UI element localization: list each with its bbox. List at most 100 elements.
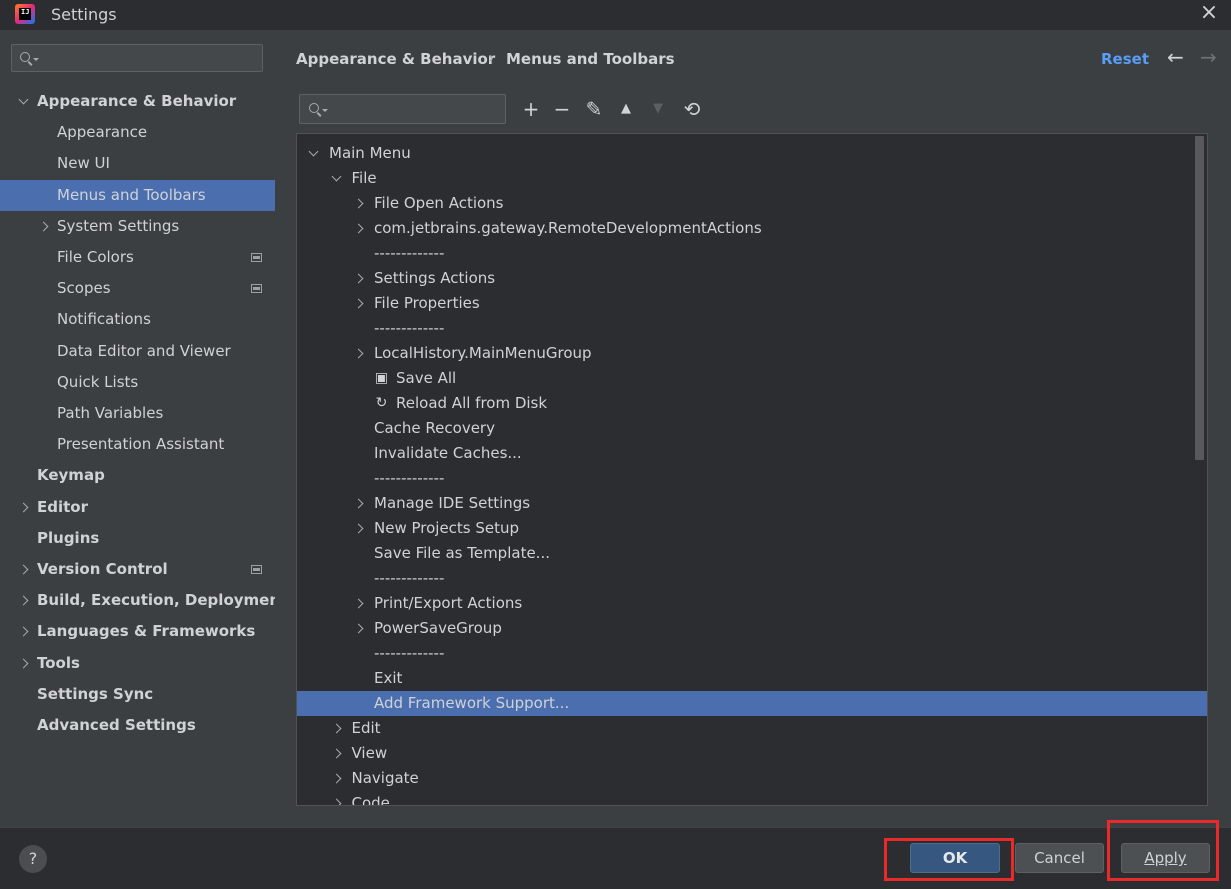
sidebar-search-input[interactable] [11, 44, 263, 72]
chevron-right-icon[interactable] [18, 595, 29, 606]
chevron-right-icon[interactable] [331, 798, 341, 805]
chevron-right-icon[interactable] [18, 626, 29, 637]
sidebar-item-notifications[interactable]: Notifications [0, 304, 275, 335]
tree-node-label: File [351, 169, 377, 187]
sidebar-item-system-settings[interactable]: System Settings [0, 211, 275, 242]
move-down-icon: ▼ [653, 101, 663, 116]
separator-label: ------------- [374, 469, 445, 487]
breadcrumb-separator: › [488, 49, 494, 67]
chevron-right-icon[interactable] [331, 723, 341, 734]
sidebar-item-settings-sync[interactable]: Settings Sync [0, 679, 275, 710]
sidebar-item-label: Keymap [37, 466, 105, 485]
back-arrow-icon[interactable]: ← [1167, 45, 1184, 69]
sidebar-item-appearance[interactable]: Appearance [0, 117, 275, 148]
chevron-right-icon[interactable] [331, 748, 341, 759]
sidebar-item-path-variables[interactable]: Path Variables [0, 398, 275, 429]
tree-node-label: Save All [396, 369, 457, 387]
tree-node-label: Exit [374, 669, 403, 687]
edit-icon[interactable]: ✎ [582, 96, 606, 122]
sidebar-item-data-editor[interactable]: Data Editor and Viewer [0, 336, 275, 367]
sidebar-item-scopes[interactable]: Scopes [0, 273, 275, 304]
tree-node[interactable]: File Open Actions [297, 191, 1207, 216]
sidebar-item-label: Scopes [57, 279, 111, 298]
sidebar-item-new-ui[interactable]: New UI [0, 148, 275, 179]
sidebar-item-plugins[interactable]: Plugins [0, 523, 275, 554]
sidebar-item-appearance-behavior[interactable]: Appearance & Behavior [0, 86, 275, 117]
tree-node[interactable]: Manage IDE Settings [297, 491, 1207, 516]
tree-node[interactable]: File Properties [297, 291, 1207, 316]
tree-node[interactable]: Save File as Template... [297, 541, 1207, 566]
project-level-icon [251, 253, 262, 262]
chevron-right-icon[interactable] [18, 502, 29, 513]
tree-node[interactable]: Settings Actions [297, 266, 1207, 291]
tree-node-label: LocalHistory.MainMenuGroup [374, 344, 592, 362]
sidebar-item-languages[interactable]: Languages & Frameworks [0, 616, 275, 647]
tree-node[interactable]: Print/Export Actions [297, 591, 1207, 616]
help-button[interactable]: ? [19, 845, 47, 873]
chevron-right-icon[interactable] [353, 598, 364, 609]
reset-link[interactable]: Reset [1101, 50, 1149, 68]
tree-node[interactable]: ▣ Save All [297, 366, 1207, 391]
add-icon[interactable]: + [519, 96, 543, 122]
sidebar-item-presentation-assistant[interactable]: Presentation Assistant [0, 429, 275, 460]
sidebar-item-menus-toolbars[interactable]: Menus and Toolbars [0, 179, 275, 211]
restore-icon[interactable]: ⟲ [680, 96, 704, 122]
forward-arrow-icon[interactable]: → [1200, 45, 1217, 69]
sidebar-item-editor[interactable]: Editor [0, 492, 275, 523]
chevron-right-icon[interactable] [18, 564, 29, 575]
sidebar-item-version-control[interactable]: Version Control [0, 554, 275, 585]
chevron-down-icon[interactable] [18, 94, 29, 105]
tree-node[interactable]: Code [297, 791, 1207, 805]
search-options-caret-icon [33, 58, 39, 61]
chevron-right-icon[interactable] [353, 623, 364, 634]
separator-label: ------------- [374, 569, 445, 587]
tree-node[interactable]: New Projects Setup [297, 516, 1207, 541]
move-up-icon[interactable]: ▲ [614, 96, 638, 122]
tree-node[interactable]: View [297, 741, 1207, 766]
chevron-right-icon[interactable] [353, 273, 364, 284]
tree-node-label: Invalidate Caches... [374, 444, 522, 462]
sidebar-item-label: Advanced Settings [37, 716, 196, 734]
chevron-right-icon[interactable] [331, 773, 341, 784]
chevron-right-icon[interactable] [18, 658, 29, 669]
sidebar-item-build[interactable]: Build, Execution, Deployment [0, 585, 287, 616]
close-icon[interactable]: × [1199, 2, 1219, 26]
tree-node[interactable]: ↻ Reload All from Disk [297, 391, 1207, 416]
sidebar-item-keymap[interactable]: Keymap [0, 460, 275, 491]
sidebar-item-label: Tools [37, 653, 80, 672]
tree-node[interactable]: Cache Recovery [297, 416, 1207, 441]
chevron-right-icon[interactable] [353, 223, 364, 234]
chevron-right-icon[interactable] [353, 198, 364, 209]
remove-icon[interactable]: − [550, 96, 574, 122]
tree-node[interactable]: LocalHistory.MainMenuGroup [297, 341, 1207, 366]
tree-node[interactable]: Main Menu [297, 141, 1207, 166]
tree-node-label: File Properties [374, 294, 480, 312]
tree-node[interactable]: com.jetbrains.gateway.RemoteDevelopmentA… [297, 216, 1207, 241]
tree-node[interactable]: Navigate [297, 766, 1207, 791]
tree-node-label: New Projects Setup [374, 519, 520, 537]
actions-search-input[interactable] [299, 94, 506, 124]
chevron-down-icon[interactable] [331, 171, 341, 182]
tree-scrollbar[interactable] [1195, 136, 1204, 460]
tree-node[interactable]: Invalidate Caches... [297, 441, 1207, 466]
chevron-right-icon[interactable] [353, 523, 364, 534]
tree-node[interactable]: File [297, 166, 1207, 191]
tree-node[interactable]: PowerSaveGroup [297, 616, 1207, 641]
tree-node-label: Save File as Template... [374, 544, 550, 562]
sidebar-item-advanced-settings[interactable]: Advanced Settings [0, 710, 275, 741]
chevron-right-icon[interactable] [353, 348, 364, 359]
tree-node[interactable]: Add Framework Support... [297, 691, 1207, 716]
breadcrumb-parent[interactable]: Appearance & Behavior [296, 50, 495, 68]
tree-node[interactable]: Exit [297, 666, 1207, 691]
sidebar-item-file-colors[interactable]: File Colors [0, 242, 275, 273]
tree-node[interactable]: Edit [297, 716, 1207, 741]
chevron-right-icon[interactable] [353, 298, 364, 309]
sidebar-item-tools[interactable]: Tools [0, 648, 275, 679]
chevron-right-icon[interactable] [38, 221, 49, 232]
tree-node-label: Navigate [351, 769, 419, 787]
chevron-down-icon[interactable] [308, 146, 319, 157]
cancel-button[interactable]: Cancel [1015, 843, 1104, 873]
chevron-right-icon[interactable] [353, 498, 364, 509]
sidebar-item-quick-lists[interactable]: Quick Lists [0, 367, 275, 398]
menu-tree-panel: Main Menu File File Open Actions com.jetbra… [296, 133, 1208, 806]
